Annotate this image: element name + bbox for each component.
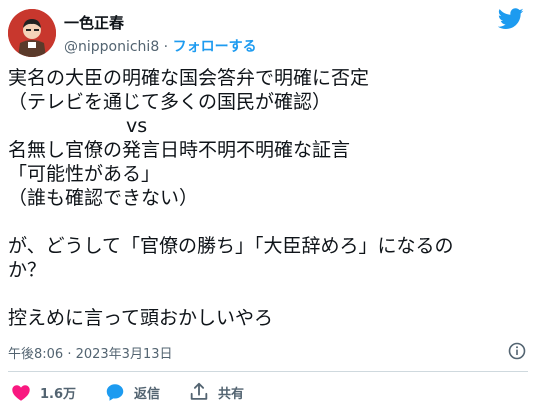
author-handle-row: @nipponichi8 · フォローする: [64, 36, 257, 56]
share-upload-icon: [190, 382, 208, 400]
tweet-line: vs: [126, 115, 148, 137]
reply-button[interactable]: 返信: [104, 380, 160, 404]
like-button[interactable]: 1.6万: [10, 380, 76, 404]
like-count: 1.6万: [40, 386, 77, 402]
tweet-line: （テレビを通じて多くの国民が確認）: [8, 91, 332, 113]
tweet-actions: 1.6万 返信 共有: [8, 380, 408, 404]
avatar-image: [8, 9, 56, 57]
tweet-line: 「可能性がある」: [8, 163, 161, 185]
reply-bubble-icon: [106, 384, 124, 401]
tweet-line: （誰も確認できない）: [8, 187, 199, 209]
tweet-line: 実名の大臣の明確な国会答弁で明確に否定: [8, 67, 370, 89]
tweet-line: か？: [8, 259, 47, 281]
info-icon[interactable]: [508, 342, 526, 360]
tweet-text: 実名の大臣の明確な国会答弁で明確に否定 （テレビを通じて多くの国民が確認） vs…: [8, 66, 528, 330]
twitter-bird-icon[interactable]: [498, 8, 524, 30]
tweet-timestamp[interactable]: 午後8:06 · 2023年3月13日: [8, 343, 173, 362]
tweet-embed-card: 一色正春 @nipponichi8 · フォローする 実名の大臣の明確な国会答弁…: [0, 0, 536, 410]
author-display-name[interactable]: 一色正春: [64, 12, 124, 33]
avatar[interactable]: [8, 9, 56, 57]
handle-separator: ·: [159, 39, 173, 55]
tweet-line: 名無し官僚の発言日時不明不明確な証言: [8, 139, 351, 161]
reply-label: 返信: [134, 386, 161, 402]
share-label: 共有: [218, 386, 245, 402]
divider: [8, 371, 528, 372]
heart-icon: [12, 385, 30, 401]
author-handle[interactable]: @nipponichi8: [64, 39, 159, 55]
share-button[interactable]: 共有: [188, 380, 244, 404]
tweet-header: 一色正春 @nipponichi8 · フォローする: [8, 6, 528, 58]
follow-button[interactable]: フォローする: [173, 39, 257, 55]
tweet-line: が、どうして「官僚の勝ち」「大臣辞めろ」になるの: [8, 235, 454, 257]
tweet-line: 控えめに言って頭おかしいやろ: [8, 307, 274, 329]
